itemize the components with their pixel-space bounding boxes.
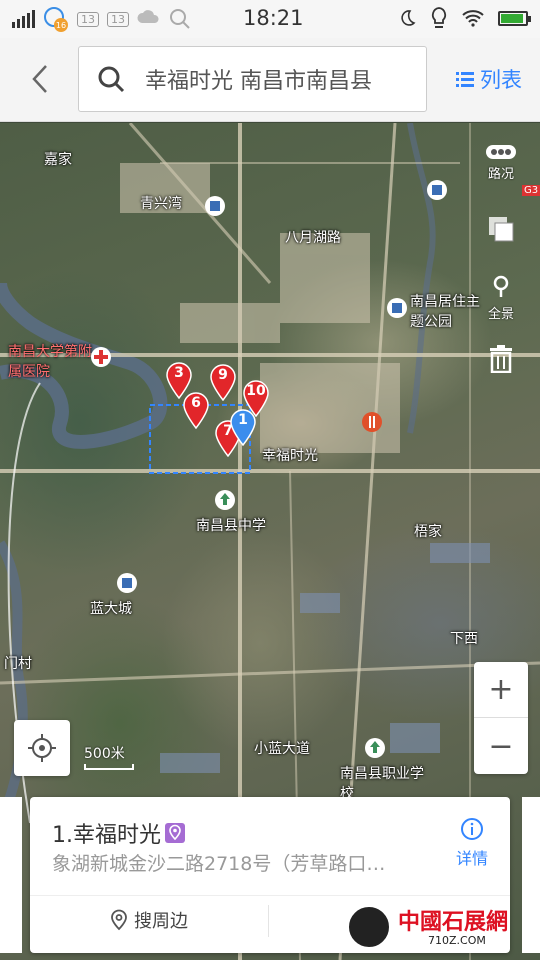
park-icon[interactable] (214, 489, 236, 511)
search-icon (98, 66, 125, 93)
layers-button[interactable] (474, 215, 528, 247)
sim2-badge: 13 (107, 11, 129, 27)
map-label: 南昌大学第附属医院 (8, 344, 92, 380)
card-vertical-divider (268, 905, 269, 937)
moon-icon (401, 10, 416, 26)
building-icon[interactable] (426, 179, 448, 201)
hospital-icon[interactable] (90, 346, 112, 368)
list-button[interactable]: 列表 (456, 64, 522, 94)
locate-button[interactable] (14, 720, 70, 776)
selected-map-marker[interactable]: 1 (229, 408, 257, 447)
poi-title: 1.幸福时光 (52, 817, 185, 849)
map-label: 嘉家 (44, 152, 72, 168)
map-label: 梧家 (414, 524, 442, 540)
scale-bar (84, 764, 134, 770)
wifi-icon (462, 10, 484, 27)
traffic-icon (486, 145, 516, 159)
weather-icon (137, 10, 159, 23)
search-query: 幸福时光 南昌市南昌县 (145, 69, 372, 94)
watermark-logo (346, 904, 392, 950)
location-pin-icon (111, 909, 127, 931)
signal-icon (12, 10, 35, 28)
map-label: 小蓝大道 (254, 741, 310, 757)
restaurant-icon[interactable] (361, 411, 383, 433)
zoom-control: + − (474, 662, 528, 774)
sim1-badge: 13 (77, 11, 99, 27)
svg-text:16: 16 (56, 21, 66, 30)
zoom-out-button[interactable]: − (474, 718, 528, 774)
watermark-url: 710Z.COM (424, 934, 490, 947)
building-icon[interactable] (204, 195, 226, 217)
site-watermark: 中國石展網 710Z.COM (346, 902, 536, 956)
watermark-text: 中國石展網 (398, 909, 509, 935)
search-header: 幸福时光 南昌市南昌县 列表 (0, 38, 540, 122)
map-label: 蓝大城 (90, 601, 132, 617)
back-arrow-icon[interactable] (26, 62, 56, 96)
search-nearby-button[interactable]: 搜周边 (110, 907, 188, 933)
status-time: 18:21 (243, 6, 304, 30)
building-icon[interactable] (116, 572, 138, 594)
list-label: 列表 (480, 68, 522, 92)
poi-address: 象湖新城金沙二路2718号（芳草路口… (52, 853, 386, 875)
building-icon[interactable] (386, 297, 408, 319)
battery-icon (498, 10, 531, 26)
previous-card-peek[interactable] (0, 797, 22, 953)
map-label: 青兴湾 (140, 196, 182, 212)
poi-location-icon (165, 823, 185, 843)
trash-icon (490, 345, 512, 374)
map-scale: 500米 (84, 743, 134, 770)
layers-icon (489, 217, 514, 242)
clear-button[interactable] (474, 345, 528, 377)
map-label: 幸福时光 (262, 448, 318, 464)
status-bar: 16 13 13 18:21 (0, 0, 540, 38)
panorama-icon (493, 275, 509, 297)
map-label: 八月湖路 (285, 230, 341, 246)
map-marker[interactable]: 6 (182, 391, 210, 430)
map-label: 南昌县中学 (196, 518, 266, 534)
info-icon (461, 818, 483, 840)
zoom-in-button[interactable]: + (474, 662, 528, 718)
bulb-icon (431, 7, 447, 28)
search-box[interactable]: 幸福时光 南昌市南昌县 (78, 46, 427, 112)
traffic-button[interactable]: 路况 (474, 145, 528, 182)
map-label: 门村 (4, 656, 32, 672)
list-icon (456, 72, 474, 87)
map-label: 下西 (450, 631, 478, 647)
detail-button[interactable]: 详情 (452, 817, 492, 869)
park-icon[interactable] (364, 737, 386, 759)
map-marker[interactable]: 9 (209, 363, 237, 402)
search-status-icon (170, 9, 190, 29)
notification-icon: 16 (44, 7, 68, 32)
panorama-button[interactable]: 全景 (474, 275, 528, 322)
card-divider (30, 895, 510, 896)
map-label: G3 (522, 185, 540, 196)
locate-icon (28, 734, 56, 762)
